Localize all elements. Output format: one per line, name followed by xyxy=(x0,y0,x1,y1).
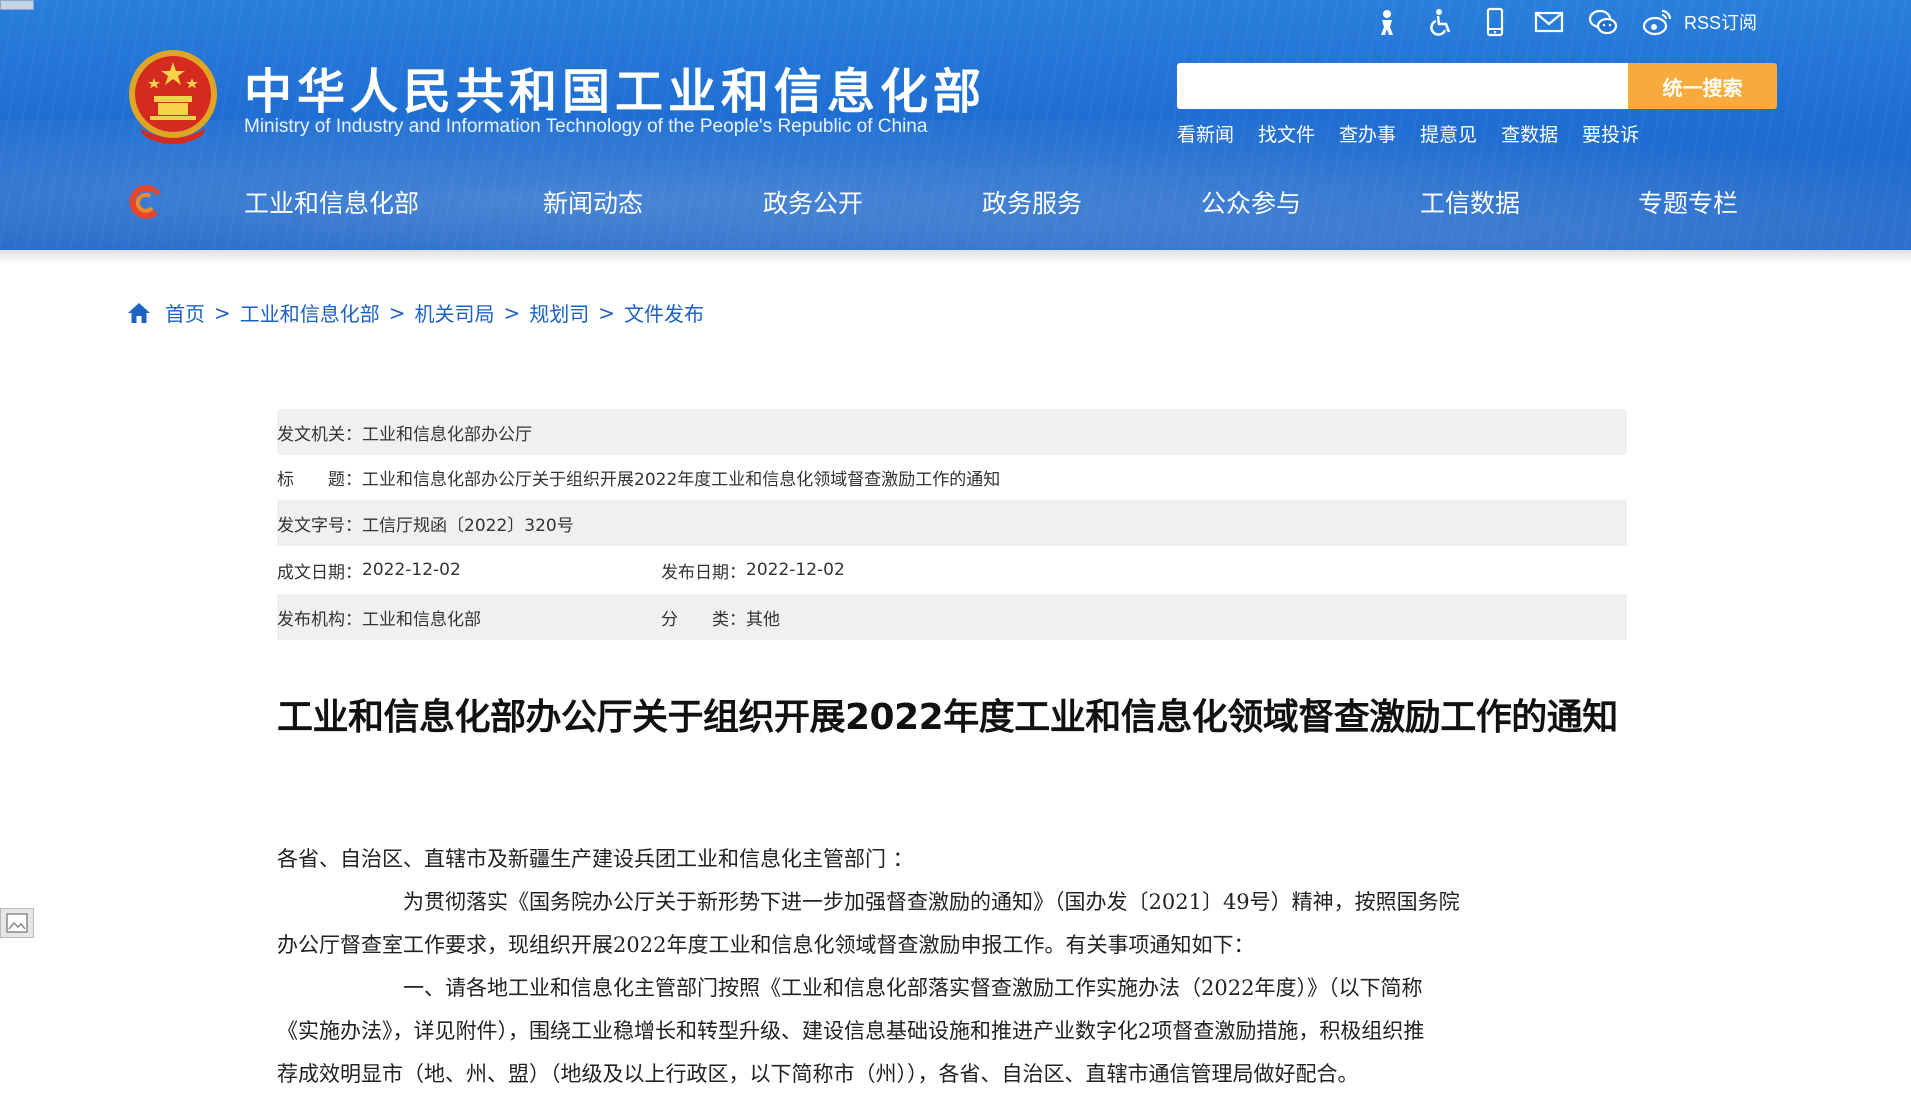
article-line: 办公厅督查室工作要求，现组织开展2022年度工业和信息化领域督查激励申报工作。有… xyxy=(277,933,1255,957)
header-shadow xyxy=(0,250,1911,264)
meta-row-issuer: 发文机关： 工业和信息化部办公厅 xyxy=(277,409,1627,455)
search-input[interactable] xyxy=(1177,63,1628,109)
national-emblem-icon xyxy=(129,50,217,144)
accessibility-elder-icon[interactable] xyxy=(1370,5,1404,39)
weibo-icon[interactable] xyxy=(1640,5,1674,39)
breadcrumb-separator: > xyxy=(214,300,231,325)
meta-doc-number: 工信厅规函〔2022〕320号 xyxy=(362,515,574,536)
nav-item-government-services[interactable]: 政务服务 xyxy=(982,184,1082,220)
meta-label: 成文日期： xyxy=(277,562,362,583)
article-title: 工业和信息化部办公厅关于组织开展2022年度工业和信息化领域督查激励工作的通知 xyxy=(277,697,1618,738)
quick-link-files[interactable]: 找文件 xyxy=(1258,120,1315,147)
mail-icon[interactable] xyxy=(1532,5,1566,39)
meta-row-publisher: 发布机构： 工业和信息化部 分 类： 其他 xyxy=(277,594,1627,640)
breadcrumb-file-release[interactable]: 文件发布 xyxy=(624,298,704,327)
quick-link-data[interactable]: 查数据 xyxy=(1501,120,1558,147)
meta-label: 发文字号： xyxy=(277,515,362,536)
quick-links: 看新闻 找文件 查办事 提意见 查数据 要投诉 xyxy=(1177,120,1663,147)
nav-item-public-participation[interactable]: 公众参与 xyxy=(1201,184,1301,220)
meta-label: 分 类： xyxy=(661,609,746,630)
meta-written-date: 2022-12-02 xyxy=(362,560,461,580)
meta-label: 标 题： xyxy=(277,470,362,490)
article-body: 各省、自治区、直辖市及新疆生产建设兵团工业和信息化主管部门 ： 为贯彻落实《国务… xyxy=(277,838,1627,1096)
site-title: 中华人民共和国工业和信息化部 xyxy=(244,64,987,120)
quick-link-services[interactable]: 查办事 xyxy=(1339,120,1396,147)
wechat-icon[interactable] xyxy=(1586,5,1620,39)
site-subtitle: Ministry of Industry and Information Tec… xyxy=(244,116,928,137)
meta-label: 发布机构： xyxy=(277,609,362,630)
article-line: 一、请各地工业和信息化主管部门按照《工业和信息化部落实督查激励工作实施办法（20… xyxy=(277,976,1423,1000)
side-toolbar-top[interactable] xyxy=(0,0,34,10)
breadcrumb-home[interactable]: 首页 xyxy=(165,298,205,327)
meta-publish-date: 2022-12-02 xyxy=(746,560,845,580)
breadcrumb-ministry[interactable]: 工业和信息化部 xyxy=(240,298,380,327)
meta-publisher: 工业和信息化部 xyxy=(362,609,481,630)
top-tools: RSS订阅 xyxy=(1370,2,1757,42)
image-icon xyxy=(6,913,28,933)
nav-item-government-affairs[interactable]: 政务公开 xyxy=(763,184,863,220)
article-line: 荐成效明显市（地、州、盟）（地级及以上行政区，以下简称市（州）），各省、自治区、… xyxy=(277,1062,1359,1086)
meta-row-doc-number: 发文字号： 工信厅规函〔2022〕320号 xyxy=(277,500,1627,546)
mobile-phone-icon[interactable] xyxy=(1478,5,1512,39)
rss-subscribe-link[interactable]: RSS订阅 xyxy=(1684,9,1757,35)
breadcrumb-planning-dept[interactable]: 规划司 xyxy=(529,298,589,327)
breadcrumb-separator: > xyxy=(388,300,406,325)
wheelchair-icon[interactable] xyxy=(1424,5,1458,39)
meta-label: 发文机关： xyxy=(277,424,362,445)
meta-row-dates: 成文日期： 2022-12-02 发布日期： 2022-12-02 xyxy=(277,546,1627,594)
breadcrumb-separator: > xyxy=(503,300,521,325)
quick-link-complaint[interactable]: 要投诉 xyxy=(1582,120,1639,147)
breadcrumb-departments[interactable]: 机关司局 xyxy=(415,298,495,327)
home-icon[interactable] xyxy=(127,302,151,324)
meta-issuer: 工业和信息化部办公厅 xyxy=(362,424,532,445)
nav-item-topics[interactable]: 专题专栏 xyxy=(1638,184,1738,220)
meta-category: 其他 xyxy=(746,609,780,630)
article-line: 《实施办法》，详见附件），围绕工业稳增长和转型升级、建设信息基础设施和推进产业数… xyxy=(277,1019,1425,1043)
quick-link-news[interactable]: 看新闻 xyxy=(1177,120,1234,147)
main-nav: 工业和信息化部 新闻动态 政务公开 政务服务 公众参与 工信数据 专题专栏 xyxy=(0,176,1911,230)
document-meta-table: 发文机关： 工业和信息化部办公厅 标 题： 工业和信息化部办公厅关于组织开展20… xyxy=(277,409,1627,640)
meta-row-title: 标 题： 工业和信息化部办公厅关于组织开展2022年度工业和信息化领域督查激励工… xyxy=(277,455,1627,500)
nav-item-ministry[interactable]: 工业和信息化部 xyxy=(244,184,419,220)
meta-label: 发布日期： xyxy=(661,562,746,583)
breadcrumb: 首页 > 工业和信息化部 > 机关司局 > 规划司 > 文件发布 xyxy=(127,298,704,327)
article-line: 为贯彻落实《国务院办公厅关于新形势下进一步加强督查激励的通知》（国办发〔2021… xyxy=(277,890,1460,914)
nav-item-news[interactable]: 新闻动态 xyxy=(543,184,643,220)
quick-link-feedback[interactable]: 提意见 xyxy=(1420,120,1477,147)
breadcrumb-separator: > xyxy=(598,300,616,325)
article-line: 各省、自治区、直辖市及新疆生产建设兵团工业和信息化主管部门 ： xyxy=(277,847,914,871)
side-image-widget[interactable] xyxy=(0,908,34,938)
nav-item-data[interactable]: 工信数据 xyxy=(1420,184,1520,220)
meta-title: 工业和信息化部办公厅关于组织开展2022年度工业和信息化领域督查激励工作的通知 xyxy=(362,470,1001,490)
unified-search-button[interactable]: 统一搜索 xyxy=(1628,63,1777,109)
